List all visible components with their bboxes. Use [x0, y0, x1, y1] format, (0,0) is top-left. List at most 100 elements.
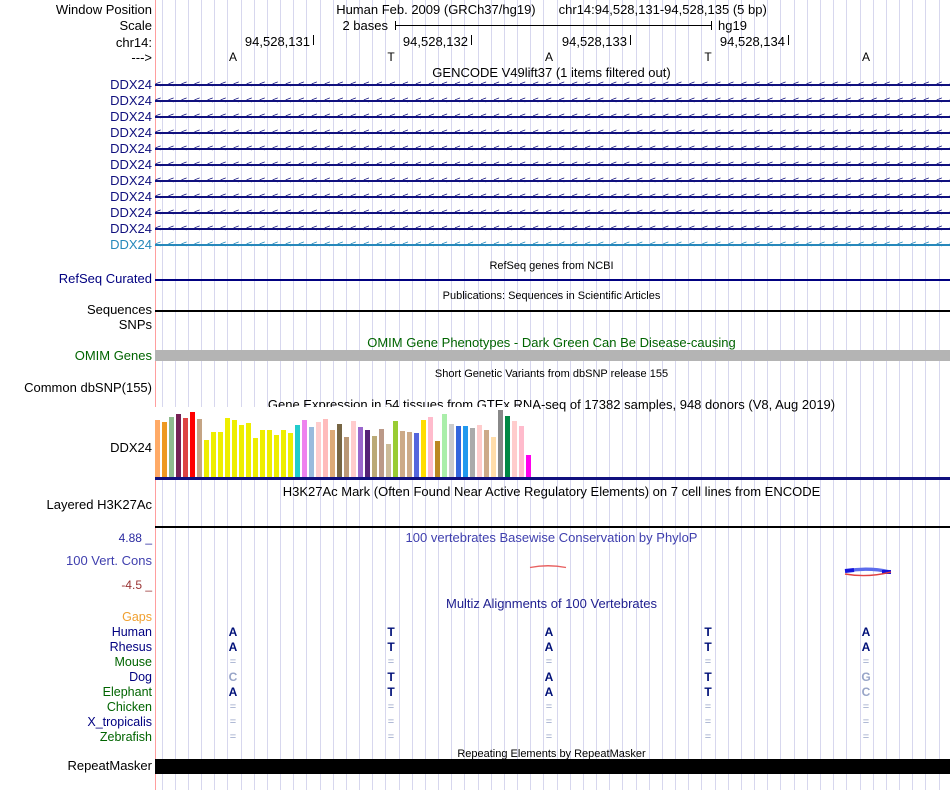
gencode-transcript-item[interactable]: <<<<<<<<<<<<<<<<<<<<<<<<<<<<<<<<<<<<<<<<… [155, 79, 950, 91]
publications-sequences-label[interactable]: Sequences [0, 302, 152, 318]
refseq-curated-label[interactable]: RefSeq Curated [0, 271, 152, 287]
gencode-transcript-label[interactable]: DDX24 [0, 173, 152, 189]
conservation-label[interactable]: 100 Vert. Cons [0, 553, 152, 569]
gtex-tissue-bar[interactable] [400, 431, 405, 477]
gencode-transcript-item[interactable]: <<<<<<<<<<<<<<<<<<<<<<<<<<<<<<<<<<<<<<<<… [155, 127, 950, 139]
gtex-tissue-bar[interactable] [253, 438, 258, 477]
gtex-tissue-bar[interactable] [323, 419, 328, 477]
gtex-tissue-bar[interactable] [162, 422, 167, 477]
gtex-tissue-bar[interactable] [393, 421, 398, 477]
gtex-tissue-bar[interactable] [204, 440, 209, 477]
gencode-transcript-item[interactable]: <<<<<<<<<<<<<<<<<<<<<<<<<<<<<<<<<<<<<<<<… [155, 239, 950, 251]
gencode-transcript-item[interactable]: <<<<<<<<<<<<<<<<<<<<<<<<<<<<<<<<<<<<<<<<… [155, 111, 950, 123]
reference-base[interactable]: A [855, 50, 877, 64]
h3k27ac-label[interactable]: Layered H3K27Ac [0, 497, 152, 513]
multiz-species-label[interactable]: Dog [0, 669, 152, 685]
gtex-tissue-bar[interactable] [281, 430, 286, 477]
gencode-transcript-item[interactable]: <<<<<<<<<<<<<<<<<<<<<<<<<<<<<<<<<<<<<<<<… [155, 191, 950, 203]
gtex-tissue-bar[interactable] [225, 418, 230, 477]
gtex-tissue-bar[interactable] [407, 432, 412, 477]
gtex-tissue-bar[interactable] [435, 441, 440, 477]
gtex-tissue-bar[interactable] [498, 410, 503, 477]
omim-genes-item[interactable] [155, 350, 950, 361]
gtex-tissue-bar[interactable] [183, 418, 188, 477]
gtex-tissue-bar[interactable] [316, 422, 321, 477]
multiz-species-label[interactable]: Gaps [0, 609, 152, 625]
gtex-tissue-bar[interactable] [449, 424, 454, 477]
publications-sequences-item[interactable] [155, 310, 950, 312]
gtex-tissue-bar[interactable] [428, 417, 433, 477]
gtex-tissue-bar[interactable] [267, 430, 272, 477]
gtex-tissue-bar[interactable] [463, 426, 468, 477]
gtex-tissue-bar[interactable] [456, 426, 461, 477]
gtex-tissue-bar[interactable] [330, 430, 335, 477]
h3k27ac-baseline[interactable] [155, 526, 950, 528]
refseq-curated-item[interactable] [155, 279, 950, 281]
gtex-tissue-bar[interactable] [211, 432, 216, 477]
gencode-transcript-item[interactable]: <<<<<<<<<<<<<<<<<<<<<<<<<<<<<<<<<<<<<<<<… [155, 207, 950, 219]
gencode-transcript-label[interactable]: DDX24 [0, 141, 152, 157]
gencode-transcript-label[interactable]: DDX24 [0, 125, 152, 141]
multiz-species-label[interactable]: Elephant [0, 684, 152, 700]
gtex-tissue-bar[interactable] [344, 437, 349, 477]
gtex-tissue-bar[interactable] [190, 412, 195, 477]
gtex-tissue-bar[interactable] [505, 416, 510, 477]
reference-base[interactable]: T [697, 50, 719, 64]
snps-label[interactable]: SNPs [0, 317, 152, 333]
gtex-tissue-bar[interactable] [232, 420, 237, 477]
gtex-tissue-bar[interactable] [239, 425, 244, 477]
reference-base[interactable]: T [380, 50, 402, 64]
gtex-tissue-bar[interactable] [309, 427, 314, 477]
gtex-tissue-bar[interactable] [197, 419, 202, 477]
gtex-tissue-bar[interactable] [442, 414, 447, 477]
gtex-tissue-bar[interactable] [526, 455, 531, 477]
gtex-tissue-bar[interactable] [372, 436, 377, 477]
multiz-species-label[interactable]: Mouse [0, 654, 152, 670]
gtex-tissue-bar[interactable] [470, 428, 475, 477]
gencode-transcript-label[interactable]: DDX24 [0, 205, 152, 221]
gtex-tissue-bar[interactable] [365, 430, 370, 477]
gtex-tissue-bar[interactable] [421, 420, 426, 477]
gtex-tissue-bar[interactable] [379, 429, 384, 477]
multiz-species-label[interactable]: Chicken [0, 699, 152, 715]
gtex-tissue-bar[interactable] [302, 420, 307, 477]
phylop-wiggle-mark-2[interactable] [842, 564, 894, 580]
gencode-transcript-label[interactable]: DDX24 [0, 221, 152, 237]
gtex-tissue-bar[interactable] [491, 437, 496, 477]
gtex-tissue-bar[interactable] [295, 425, 300, 477]
multiz-species-label[interactable]: X_tropicalis [0, 714, 152, 730]
gtex-tissue-bar[interactable] [414, 433, 419, 477]
gencode-transcript-label[interactable]: DDX24 [0, 77, 152, 93]
gencode-transcript-label[interactable]: DDX24 [0, 237, 152, 253]
phylop-wiggle-mark-1[interactable] [528, 562, 568, 571]
gtex-tissue-bar[interactable] [274, 435, 279, 477]
gtex-tissue-bar[interactable] [519, 426, 524, 477]
gencode-transcript-label[interactable]: DDX24 [0, 157, 152, 173]
gtex-tissue-bar[interactable] [512, 421, 517, 477]
gencode-transcript-label[interactable]: DDX24 [0, 189, 152, 205]
gtex-tissue-bar[interactable] [477, 425, 482, 477]
reference-base[interactable]: A [222, 50, 244, 64]
gtex-tissue-bar[interactable] [386, 444, 391, 477]
gtex-gene-label[interactable]: DDX24 [0, 440, 152, 456]
gtex-expression-bars[interactable] [155, 407, 533, 477]
multiz-species-label[interactable]: Rhesus [0, 639, 152, 655]
multiz-species-label[interactable]: Human [0, 624, 152, 640]
gtex-tissue-bar[interactable] [246, 423, 251, 477]
reference-base[interactable]: A [538, 50, 560, 64]
gtex-tissue-bar[interactable] [169, 417, 174, 477]
gtex-tissue-bar[interactable] [337, 424, 342, 477]
gtex-tissue-bar[interactable] [358, 427, 363, 477]
gencode-transcript-item[interactable]: <<<<<<<<<<<<<<<<<<<<<<<<<<<<<<<<<<<<<<<<… [155, 159, 950, 171]
gencode-transcript-item[interactable]: <<<<<<<<<<<<<<<<<<<<<<<<<<<<<<<<<<<<<<<<… [155, 95, 950, 107]
gencode-transcript-item[interactable]: <<<<<<<<<<<<<<<<<<<<<<<<<<<<<<<<<<<<<<<<… [155, 223, 950, 235]
gtex-tissue-bar[interactable] [155, 420, 160, 477]
repeatmasker-item[interactable] [155, 759, 950, 774]
multiz-species-label[interactable]: Zebrafish [0, 729, 152, 745]
repeatmasker-label[interactable]: RepeatMasker [0, 758, 152, 774]
gtex-tissue-bar[interactable] [218, 432, 223, 477]
gencode-transcript-item[interactable]: <<<<<<<<<<<<<<<<<<<<<<<<<<<<<<<<<<<<<<<<… [155, 143, 950, 155]
gencode-transcript-label[interactable]: DDX24 [0, 93, 152, 109]
gencode-transcript-item[interactable]: <<<<<<<<<<<<<<<<<<<<<<<<<<<<<<<<<<<<<<<<… [155, 175, 950, 187]
dbsnp-label[interactable]: Common dbSNP(155) [0, 380, 152, 396]
